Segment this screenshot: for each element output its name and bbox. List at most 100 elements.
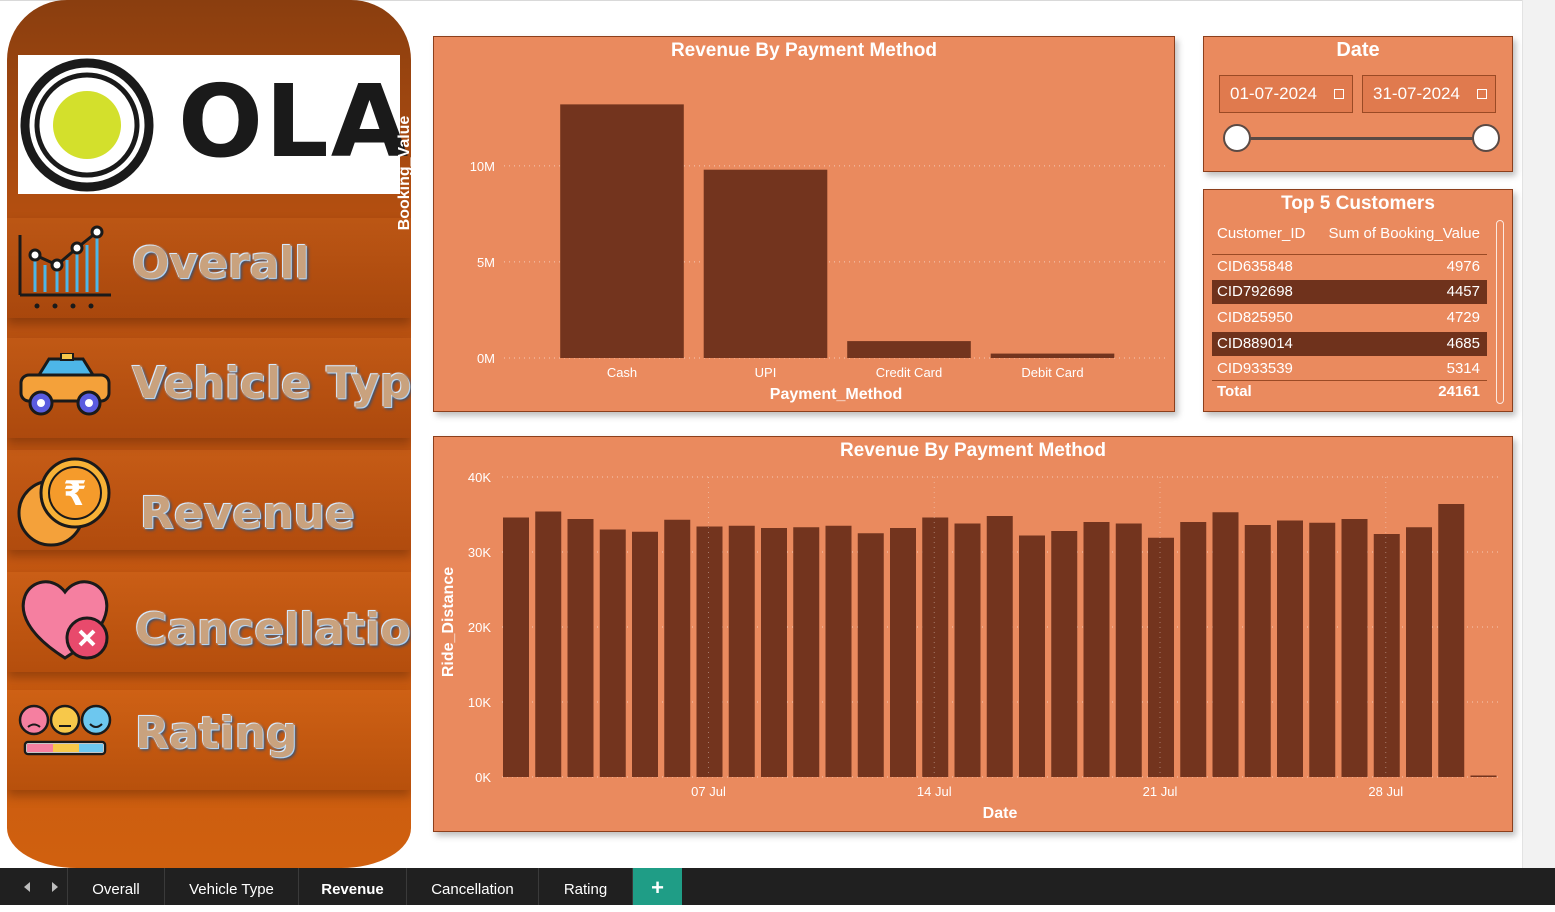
date-slicer: Date 01-07-2024 31-07-2024 [1203, 36, 1513, 172]
table-row[interactable]: CID792698 4457 [1212, 280, 1487, 304]
bar[interactable] [922, 517, 949, 778]
nav-item-vehicle-type[interactable]: Vehicle Type [7, 338, 411, 438]
y-tick-label: 10M [470, 159, 495, 174]
y-tick-label: 0K [475, 770, 491, 785]
calendar-icon[interactable] [1334, 89, 1344, 99]
x-tick-label: 28 Jul [1368, 784, 1403, 799]
date-slicer-title: Date [1336, 39, 1380, 61]
revenue-chart-plot: 0M 5M 10M Cash UPI Credit Card Debit Card [470, 104, 1166, 380]
y-tick-label: 0M [477, 351, 495, 366]
table-row[interactable]: CID889014 4685 [1212, 332, 1487, 356]
bar[interactable] [1309, 522, 1336, 777]
table-row[interactable]: CID825950 4729 [1212, 306, 1487, 330]
heart-cancel-icon [21, 580, 109, 660]
bar[interactable] [1373, 534, 1400, 777]
bar[interactable] [1277, 520, 1303, 778]
y-tick-label: 10K [468, 695, 491, 710]
bar[interactable] [503, 517, 529, 778]
bar[interactable] [890, 528, 916, 777]
logo-text: OLA [178, 63, 411, 180]
x-tick-label: Cash [607, 365, 637, 380]
x-tick-label: Credit Card [876, 365, 942, 380]
y-tick-label: 40K [468, 470, 491, 485]
bar[interactable] [986, 516, 1013, 777]
x-tick-label: 07 Jul [691, 784, 726, 799]
bar[interactable] [1148, 537, 1174, 777]
x-tick-label: 14 Jul [917, 784, 952, 799]
bar[interactable] [793, 527, 820, 777]
nav-item-rating[interactable]: Rating [7, 690, 411, 790]
table-title: Top 5 Customers [1281, 193, 1435, 214]
end-date-value: 31-07-2024 [1373, 84, 1460, 103]
column-header-booking-value[interactable]: Sum of Booking_Value [1329, 225, 1481, 242]
date-slider-track [1238, 137, 1486, 140]
bar[interactable] [990, 353, 1115, 358]
bar[interactable] [954, 523, 981, 778]
bar[interactable] [560, 104, 684, 358]
add-page-button[interactable]: + [633, 868, 682, 905]
bar[interactable] [1244, 525, 1271, 777]
y-axis-title: Booking_Value [396, 115, 413, 231]
nav-item-revenue[interactable]: ₹ Revenue [7, 450, 411, 550]
tab-overall[interactable]: Overall [68, 868, 165, 905]
bar[interactable] [1212, 512, 1239, 777]
bar[interactable] [847, 341, 971, 358]
canvas-right-edge [1522, 0, 1555, 868]
tab-vehicle-type[interactable]: Vehicle Type [165, 868, 299, 905]
x-tick-label: 21 Jul [1143, 784, 1178, 799]
date-slider-start-handle[interactable] [1223, 124, 1251, 152]
top-customers-table: Top 5 Customers Customer_ID Sum of Booki… [1203, 189, 1513, 412]
tab-rating[interactable]: Rating [539, 868, 633, 905]
bar[interactable] [1470, 775, 1497, 778]
nav-label-revenue: Revenue [140, 488, 355, 539]
bar[interactable] [1341, 519, 1368, 777]
bar[interactable] [664, 519, 691, 777]
ola-logo: OLA [18, 55, 408, 194]
calendar-icon[interactable] [1477, 89, 1487, 99]
page-tab-bar: Overall Vehicle Type Revenue Cancellatio… [0, 868, 1555, 905]
bar[interactable] [1438, 504, 1465, 777]
end-date-input[interactable]: 31-07-2024 [1362, 75, 1496, 113]
bar[interactable] [857, 533, 884, 777]
bar[interactable] [825, 525, 852, 777]
x-tick-label: UPI [755, 365, 777, 380]
nav-item-overall[interactable]: Overall [7, 218, 411, 318]
date-slider-end-handle[interactable] [1472, 124, 1500, 152]
start-date-value: 01-07-2024 [1230, 84, 1317, 103]
rupee-coin-icon: ₹ [17, 457, 111, 547]
bar[interactable] [535, 511, 562, 778]
nav-label-rating: Rating [135, 708, 298, 759]
bar[interactable] [728, 525, 755, 777]
nav-label-overall: Overall [132, 238, 310, 289]
start-date-input[interactable]: 01-07-2024 [1219, 75, 1353, 113]
bar[interactable] [761, 528, 787, 777]
bar[interactable] [599, 529, 626, 778]
bar[interactable] [1115, 523, 1142, 778]
tab-revenue[interactable]: Revenue [299, 868, 407, 905]
next-page-arrow-icon[interactable] [52, 882, 58, 892]
table-row[interactable]: CID635848 4976 [1212, 255, 1487, 279]
bar[interactable] [1019, 535, 1045, 778]
bar[interactable] [1051, 531, 1078, 777]
bar[interactable] [703, 169, 828, 358]
bar[interactable] [1083, 522, 1110, 777]
bar[interactable] [1406, 527, 1432, 777]
rating-faces-icon [18, 704, 112, 756]
line-chart-icon [18, 225, 111, 309]
ride-distance-by-date-chart[interactable]: Revenue By Payment Method Ride_Distance … [433, 436, 1513, 832]
distance-chart-plot: 0K 10K 20K 30K 40K 07 Jul 14 Jul 21 Jul 28 Jul [468, 470, 1500, 799]
y-tick-label: 30K [468, 545, 491, 560]
sidebar: OLA Overall Vehicle Type ₹ Revenue Cance… [7, 0, 411, 868]
column-header-customer-id[interactable]: Customer_ID [1217, 225, 1305, 242]
bar[interactable] [632, 531, 658, 777]
revenue-by-payment-chart[interactable]: Revenue By Payment Method Booking_Value … [396, 36, 1175, 412]
bar[interactable] [1180, 522, 1207, 777]
svg-text:₹: ₹ [63, 474, 87, 514]
table-scrollbar[interactable] [1496, 220, 1504, 404]
prev-page-arrow-icon[interactable] [24, 882, 30, 892]
bar[interactable] [567, 519, 594, 777]
tab-cancellation[interactable]: Cancellation [407, 868, 539, 905]
bar[interactable] [696, 526, 723, 778]
nav-item-cancellation[interactable]: Cancellation [7, 572, 411, 672]
table-row[interactable]: CID933539 5314 [1212, 357, 1487, 381]
